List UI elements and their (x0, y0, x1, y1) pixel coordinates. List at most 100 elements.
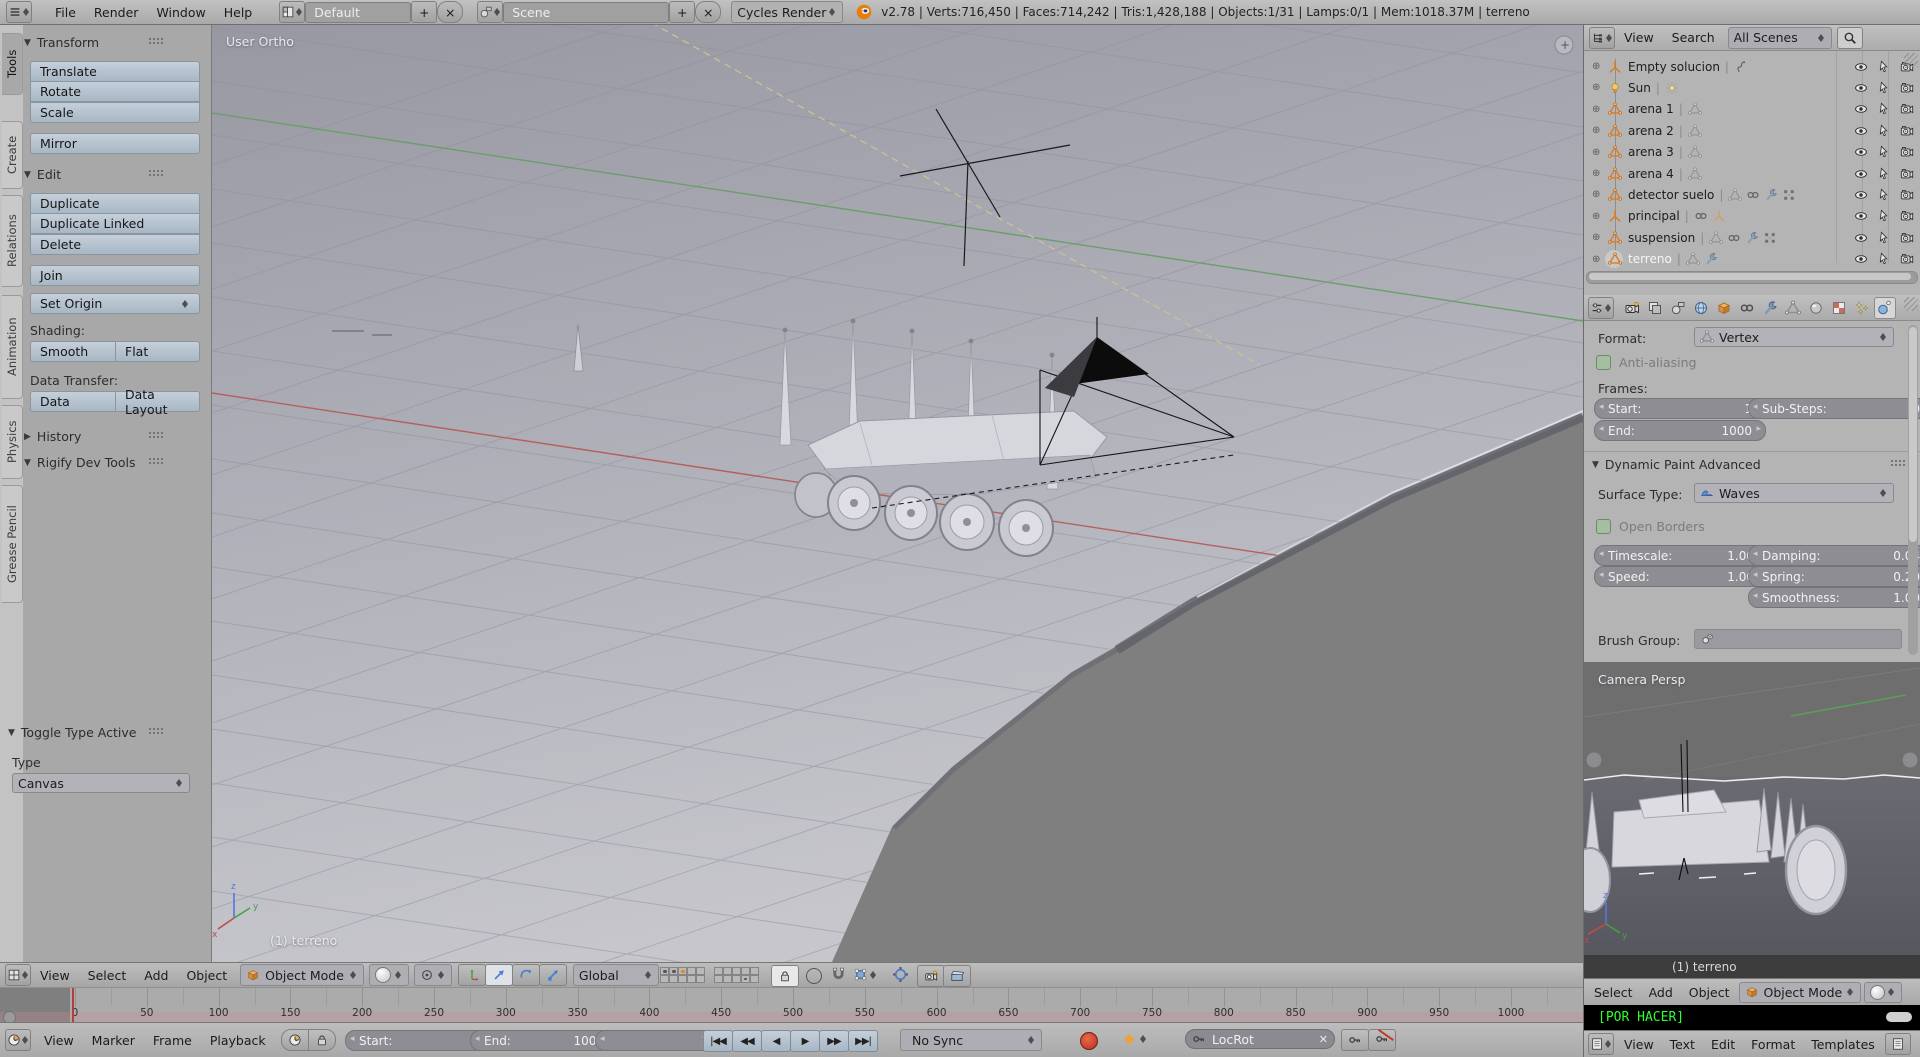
layer-cell[interactable] (732, 967, 741, 975)
mirror-button[interactable]: Mirror (30, 133, 200, 154)
delete-button[interactable]: Delete (30, 234, 200, 255)
selectable-cursor-icon[interactable] (1877, 102, 1891, 116)
decrement-arrow-icon[interactable]: ◂ (475, 1034, 480, 1044)
expand-icon[interactable]: ⊕ (1592, 147, 1606, 158)
layer-cell[interactable] (678, 975, 687, 983)
renderable-camera-icon[interactable] (1900, 81, 1914, 95)
shade-smooth-button[interactable]: Smooth (30, 341, 116, 362)
snap-center-button[interactable] (892, 966, 909, 986)
toggle-type-panel-header[interactable]: ▼ Toggle Type Active (8, 725, 136, 740)
playback-button[interactable]: ▶ (790, 1030, 820, 1052)
menu-item[interactable]: Text (1662, 1031, 1703, 1057)
add-layout-button[interactable]: + (411, 1, 438, 23)
layer-cell[interactable] (669, 975, 678, 983)
dp-end-field[interactable]: ◂ End: 1000 ▸ (1594, 420, 1766, 441)
selectable-cursor-icon[interactable] (1877, 231, 1891, 245)
panel-grip-icon[interactable] (148, 457, 163, 465)
type-dropdown[interactable]: Canvas (12, 773, 190, 793)
expand-icon[interactable]: ⊕ (1592, 104, 1606, 115)
layer-cell[interactable] (714, 975, 723, 983)
keying-type-dropdown[interactable]: ◆ (1124, 1031, 1148, 1047)
expand-icon[interactable]: ⊕ (1592, 82, 1606, 93)
outliner-item-arena-1[interactable]: ⊕ arena 1 | (1584, 99, 1920, 120)
expand-icon[interactable]: ⊕ (1592, 61, 1606, 72)
pivot-center-dropdown[interactable] (413, 964, 452, 986)
manipulator-axis-button[interactable] (457, 964, 486, 986)
search-button[interactable] (1836, 26, 1863, 49)
corner-resize-grip[interactable] (1904, 297, 1918, 311)
clear-keyingset-icon[interactable]: ✕ (1319, 1033, 1328, 1046)
render-engine-dropdown[interactable]: Cycles Render (731, 1, 844, 23)
region-divider[interactable] (1583, 25, 1584, 1057)
auto-keyframe-record-button[interactable] (1080, 1032, 1098, 1050)
layers-group-2[interactable] (714, 967, 759, 983)
rigify-panel-header[interactable]: ▼ Rigify Dev Tools (24, 455, 136, 470)
panel-grip-icon[interactable] (148, 169, 163, 177)
tool-shelf-tab-physics[interactable]: Physics (2, 405, 23, 479)
corner-resize-grip[interactable] (1904, 53, 1918, 67)
expand-icon[interactable]: ⊕ (1592, 189, 1606, 200)
surface-type-dropdown[interactable]: Waves (1694, 483, 1894, 503)
text-scrollbar-thumb[interactable] (1886, 1012, 1912, 1022)
viewport-3d[interactable]: z y x + User Ortho (1) terreno (212, 25, 1583, 962)
selectable-cursor-icon[interactable] (1877, 81, 1891, 95)
visibility-eye-icon[interactable] (1854, 145, 1868, 159)
object-name[interactable]: arena 3 (1628, 145, 1674, 159)
scale-button[interactable]: Scale (30, 102, 200, 123)
history-panel-header[interactable]: ▶ History (24, 429, 81, 444)
playback-button[interactable]: ◀ (761, 1030, 791, 1052)
brush-group-field[interactable] (1694, 629, 1902, 649)
expand-region-button[interactable] (1901, 751, 1919, 769)
use-preview-range-button[interactable] (280, 1029, 309, 1051)
menu-item[interactable]: Templates (1803, 1031, 1883, 1057)
panel-grip-icon[interactable] (148, 431, 163, 439)
menu-item[interactable]: Select (79, 963, 136, 987)
outliner-item-arena-2[interactable]: ⊕ arena 2 | (1584, 120, 1920, 141)
set-origin-menu-button[interactable]: Set Origin (30, 293, 200, 314)
playback-button[interactable]: |◀◀ (703, 1030, 733, 1052)
menu-item[interactable]: Help (215, 0, 262, 24)
checkbox-icon[interactable] (1596, 355, 1611, 370)
screen-layout-icon-button[interactable] (279, 1, 306, 23)
layer-cell[interactable] (714, 967, 723, 975)
renderable-camera-icon[interactable] (1900, 102, 1914, 116)
tool-shelf-tab-tools[interactable]: Tools (2, 33, 23, 95)
outliner-item-suspension[interactable]: ⊕ suspension | (1584, 227, 1920, 248)
panel-grip-icon[interactable] (1890, 459, 1905, 467)
object-name[interactable]: Sun (1628, 81, 1651, 95)
properties-tab-sphere[interactable] (1805, 297, 1827, 319)
lock-to-scene-button[interactable] (771, 965, 799, 987)
layer-cell[interactable] (750, 975, 759, 983)
dp-substeps-field[interactable]: ◂Sub-Steps:0▸ (1748, 398, 1920, 419)
selectable-cursor-icon[interactable] (1877, 60, 1891, 74)
visibility-eye-icon[interactable] (1854, 252, 1868, 266)
translate-manipulator-button[interactable] (484, 964, 513, 986)
menu-item[interactable]: Marker (83, 1023, 144, 1057)
speed-field[interactable]: ◂Speed:1.00▸ (1594, 566, 1768, 587)
selectable-cursor-icon[interactable] (1877, 145, 1891, 159)
edit-panel-header[interactable]: ▼ Edit (24, 167, 61, 182)
visibility-eye-icon[interactable] (1854, 60, 1868, 74)
editor-type-outliner-button[interactable] (1589, 26, 1615, 49)
properties-tab-rendercam[interactable] (1621, 297, 1643, 319)
scene-icon-button[interactable] (477, 1, 504, 23)
object-name[interactable]: Empty solucion (1628, 60, 1720, 74)
layer-cell[interactable] (723, 967, 732, 975)
editor-type-properties-button[interactable] (1588, 296, 1614, 319)
selectable-cursor-icon[interactable] (1877, 167, 1891, 181)
transform-orientation-dropdown[interactable]: Global (572, 964, 659, 986)
translate-button[interactable]: Translate (30, 61, 200, 82)
rotate-button[interactable]: Rotate (30, 81, 200, 102)
layer-cell[interactable] (732, 975, 741, 983)
delete-layout-button[interactable]: × (437, 1, 464, 23)
preview-mode-dropdown[interactable]: Object Mode (1739, 981, 1862, 1003)
visibility-eye-icon[interactable] (1854, 102, 1868, 116)
tool-shelf-tab-animation[interactable]: Animation (2, 295, 23, 399)
decrement-arrow-icon[interactable]: ◂ (600, 1034, 605, 1044)
shade-flat-button[interactable]: Flat (115, 341, 200, 362)
properties-tab-particles[interactable] (1851, 297, 1873, 319)
data-transfer-data-button[interactable]: Data (30, 391, 116, 412)
playback-button[interactable]: ▶▶| (848, 1030, 878, 1052)
current-frame-marker[interactable] (72, 988, 74, 1022)
ruler-knob[interactable] (3, 1011, 16, 1022)
